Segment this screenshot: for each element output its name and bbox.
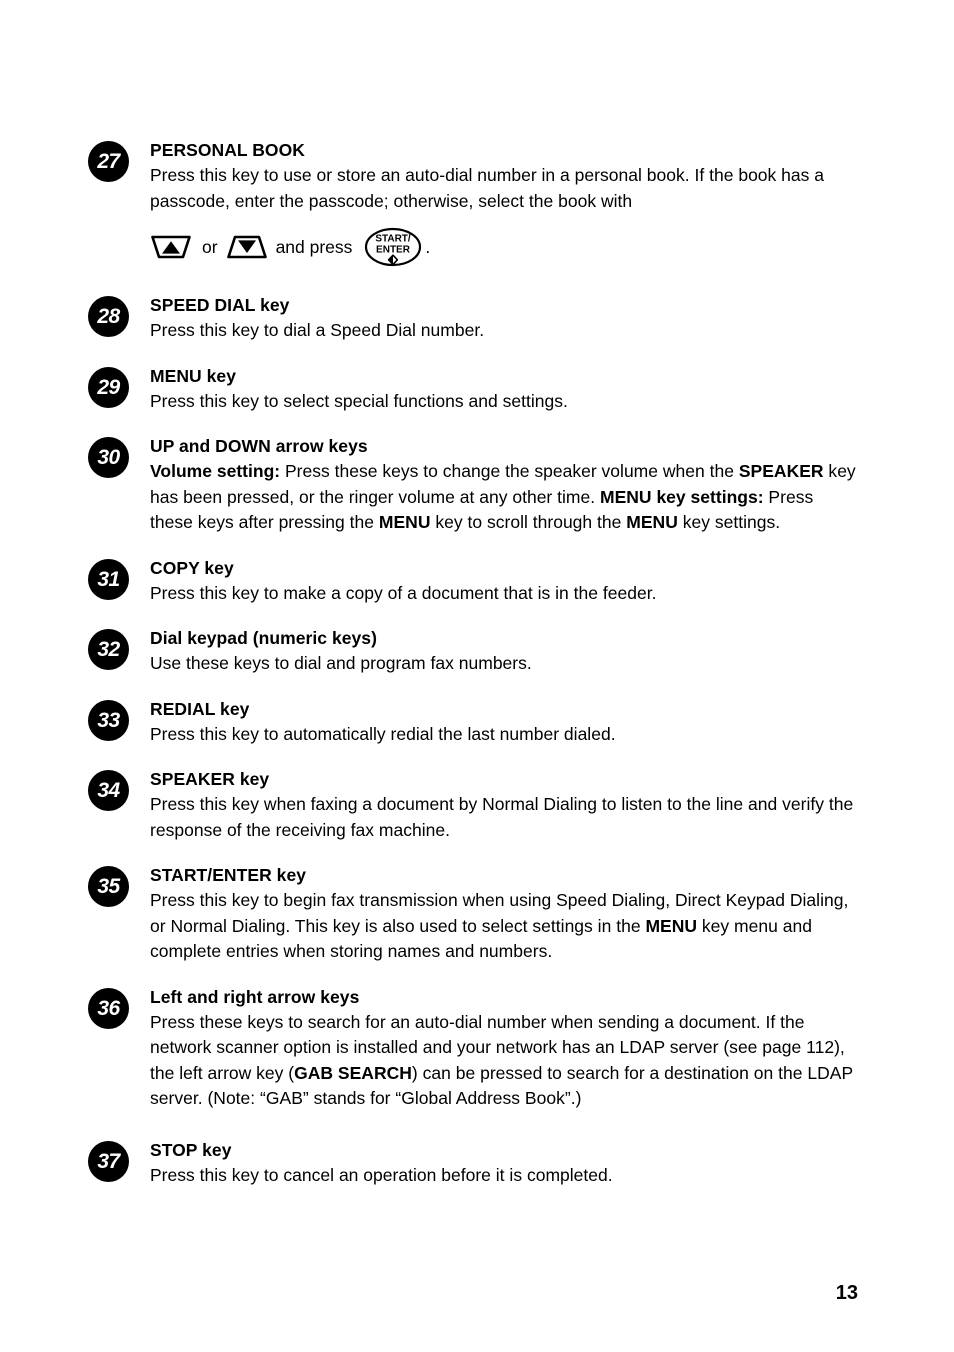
start-enter-line1: START/ [376,234,412,245]
entry-body: Volume setting: Press these keys to chan… [150,461,856,532]
page-number: 13 [835,1282,858,1304]
entry-title: PERSONAL BOOK [150,140,305,160]
entry-title: STOP key [150,1139,232,1160]
entry-body: Press this key to cancel an operation be… [150,1164,613,1185]
entry-number-badge: 30 [88,437,129,478]
entry-body: Press this key to begin fax transmission… [150,890,849,961]
entry-title: COPY key [150,557,234,578]
entry-body: Press this key to select special functio… [150,390,568,411]
entry-title: Dial keypad (numeric keys) [150,628,377,648]
entry-title: MENU key [150,365,236,386]
entry-33: 33 REDIAL key Press this key to automati… [88,697,858,748]
entry-title: REDIAL key [150,698,250,719]
entry-body: Press this key when faxing a document by… [150,794,854,840]
entry-body: Press this key to dial a Speed Dial numb… [150,320,485,340]
entry-29: 29 MENU key Press this key to select spe… [88,364,858,415]
entry-title: SPEAKER key [150,769,270,789]
or-label: or [202,236,218,257]
sentence-period: . [425,236,431,257]
entry-body: Press this key to make a copy of a docum… [150,582,657,603]
entry-list: 27 PERSONAL BOOK Press this key to use o… [88,138,858,1188]
entry-number-badge: 33 [88,699,129,741]
entry-34: 34 SPEAKER key Press this key when faxin… [88,767,858,843]
entry-body: Press this key to automatically redial t… [150,723,616,744]
entry-27: 27 PERSONAL BOOK Press this key to use o… [88,138,858,267]
up-arrow-key-icon [150,233,192,261]
entry-body: Press these keys to search for an auto-d… [150,1011,853,1109]
entry-number-badge: 28 [88,296,129,337]
entry-number-badge: 27 [88,141,129,182]
entry-title: START/ENTER key [150,865,307,885]
entry-31: 31 COPY key Press this key to make a cop… [88,556,858,607]
entry-28: 28 SPEED DIAL key Press this key to dial… [88,293,858,344]
and-press-label: and press [275,236,353,257]
start-enter-key-icon: START/ ENTER [364,227,422,267]
entry-number-badge: 29 [88,366,129,408]
entry-title: UP and DOWN arrow keys [150,436,368,456]
entry-number-badge: 32 [88,629,129,670]
key-sequence-illustration: or and press START/ ENTER . [150,227,858,267]
entry-number-badge: 34 [88,770,129,811]
entry-36: 36 Left and right arrow keys Press these… [88,985,858,1112]
entry-37: 37 STOP key Press this key to cancel an … [88,1138,858,1189]
entry-body: Use these keys to dial and program fax n… [150,653,532,673]
entry-number-badge: 36 [88,987,129,1029]
entry-30: 30 UP and DOWN arrow keys Volume setting… [88,434,858,536]
entry-32: 32 Dial keypad (numeric keys) Use these … [88,626,858,677]
entry-35: 35 START/ENTER key Press this key to beg… [88,863,858,965]
entry-title: Left and right arrow keys [150,986,360,1007]
entry-body: Press this key to use or store an auto-d… [150,165,825,211]
entry-number-badge: 35 [88,866,129,907]
down-arrow-key-icon [226,233,268,261]
entry-number-badge: 31 [88,558,129,600]
entry-title: SPEED DIAL key [150,295,290,315]
start-enter-line2: ENTER [376,245,411,256]
entry-number-badge: 37 [88,1140,129,1182]
manual-page: 27 PERSONAL BOOK Press this key to use o… [0,0,954,1352]
